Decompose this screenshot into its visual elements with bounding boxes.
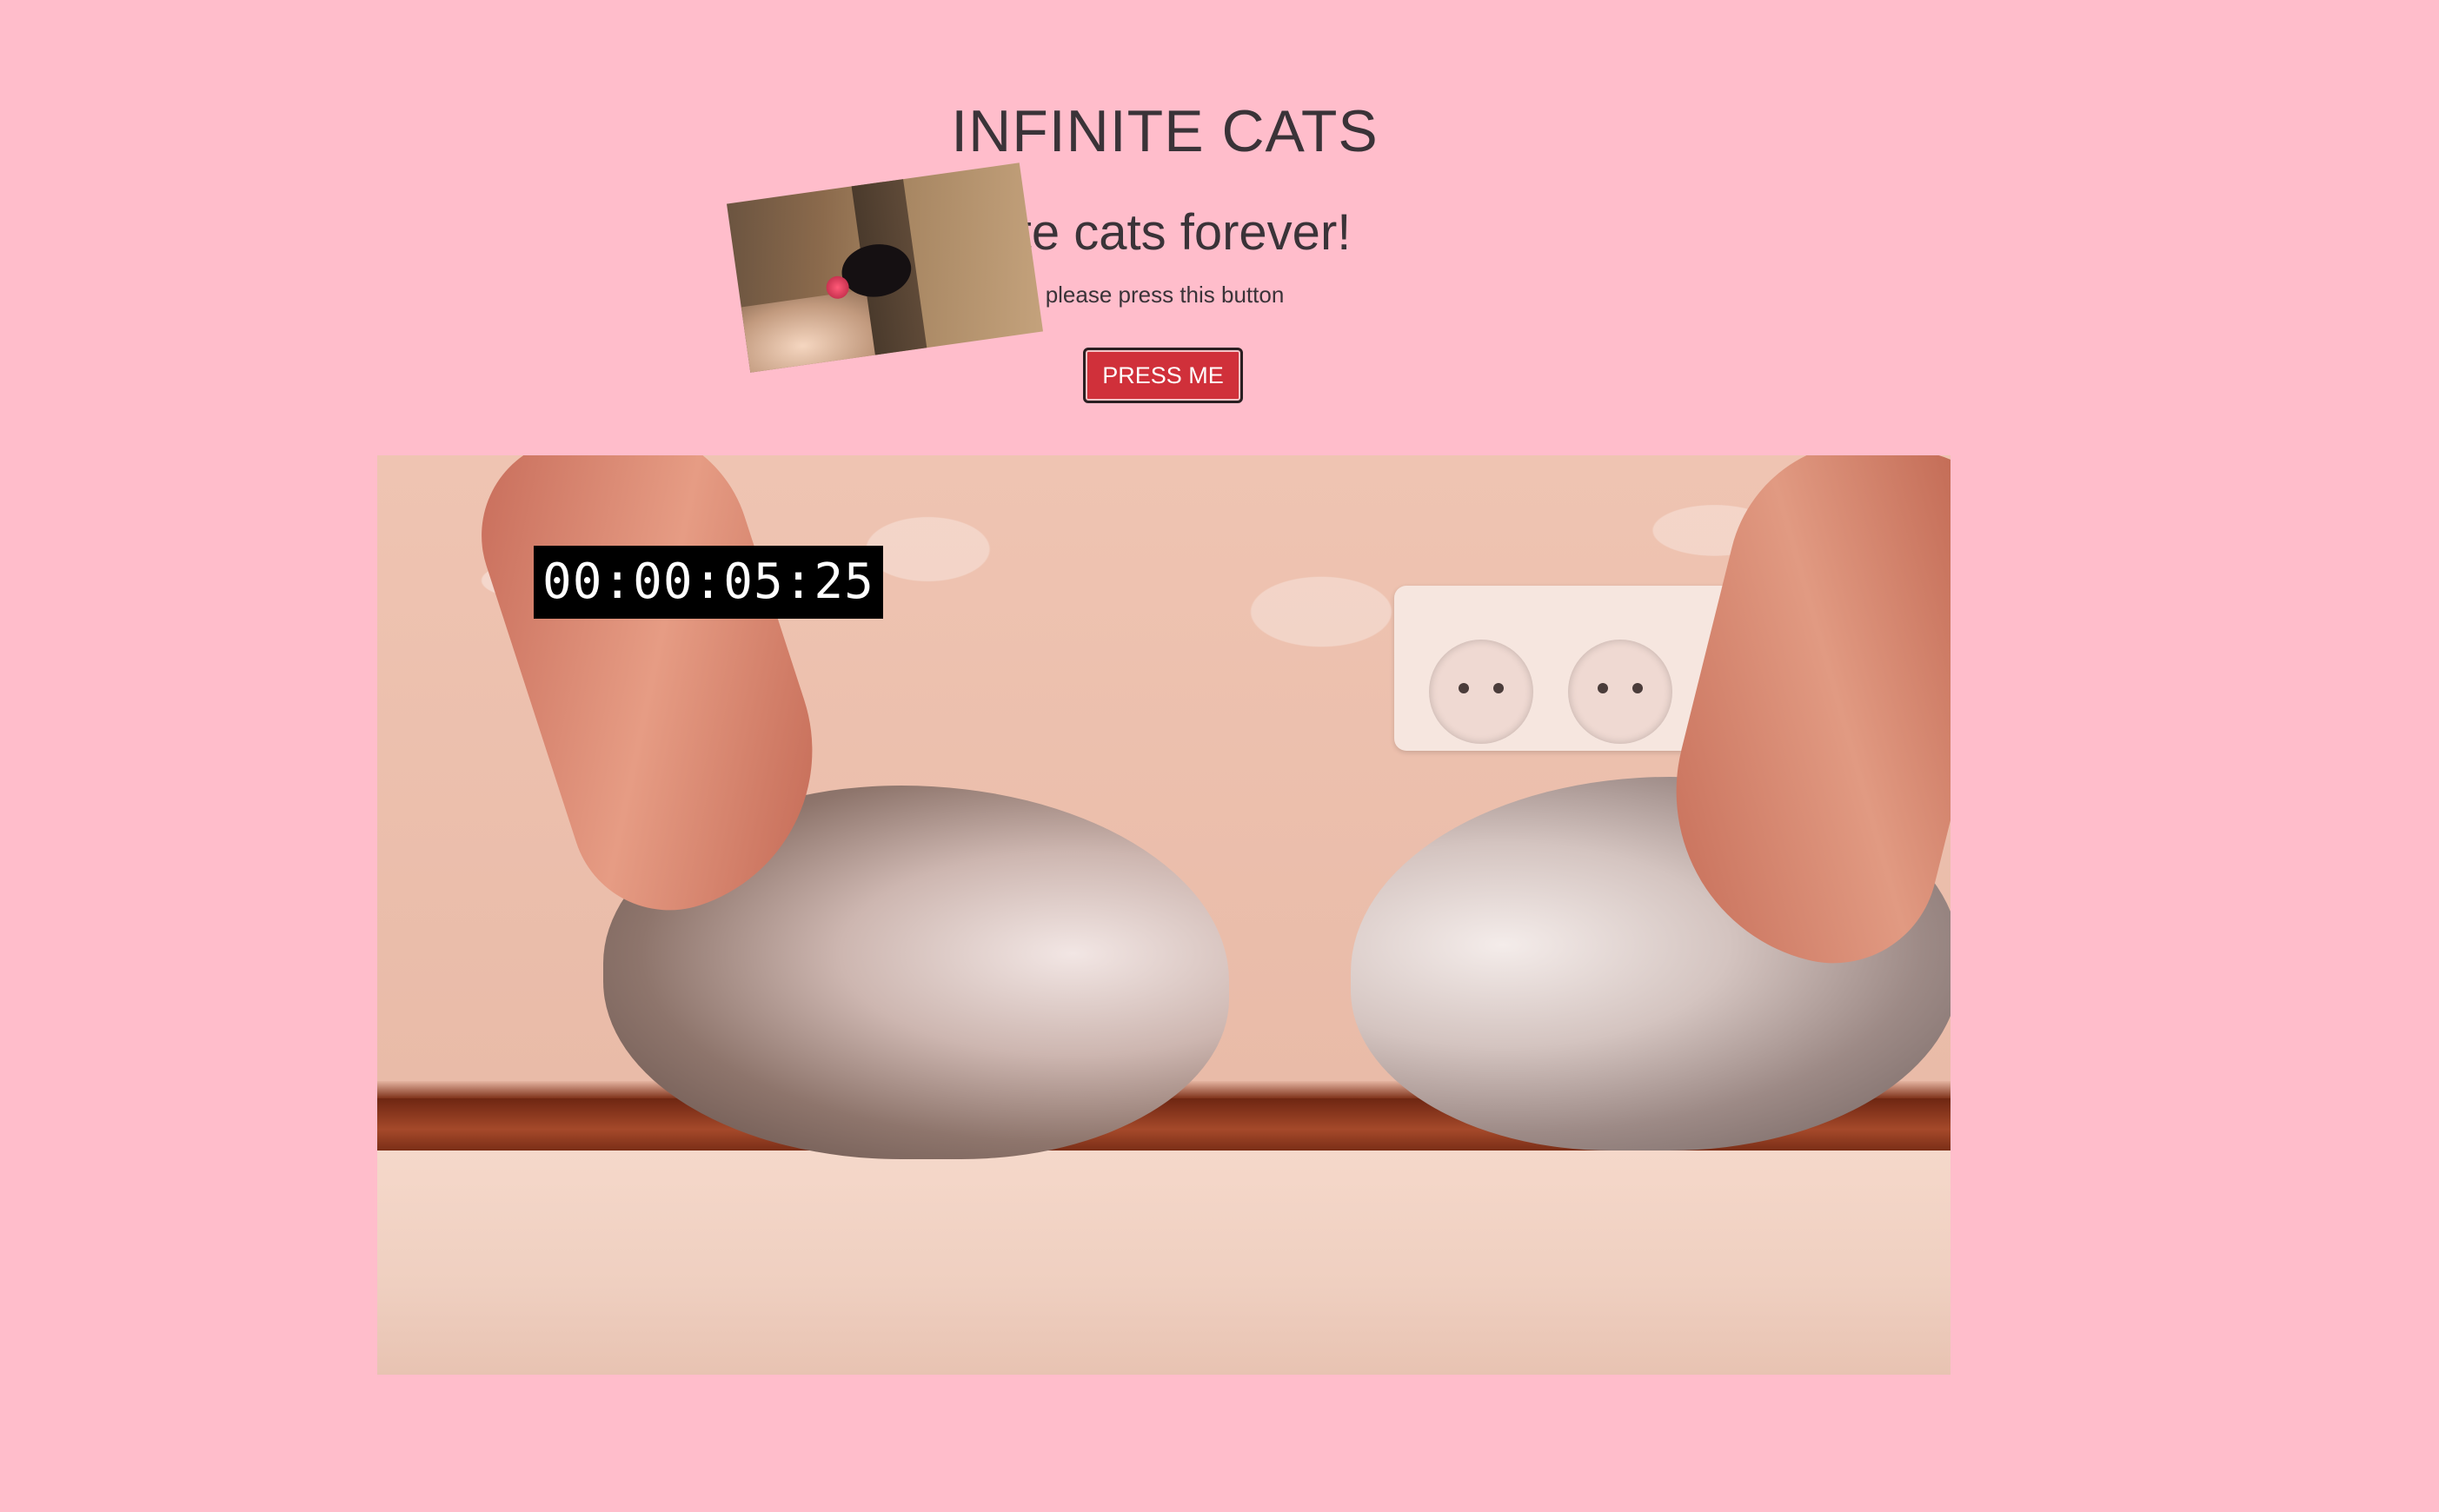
rug — [377, 1151, 1951, 1375]
page: INFINITE CATS nite cats forever! please … — [0, 0, 2439, 1512]
page-subtitle: nite cats forever! — [978, 204, 1352, 261]
video-timecode: 00:00:05:25 — [534, 546, 883, 619]
press-me-button[interactable]: PRESS ME — [1083, 348, 1243, 403]
socket-right — [1568, 640, 1672, 744]
page-title: INFINITE CATS — [951, 98, 1379, 164]
kitten-video: 00:00:05:25 — [377, 455, 1951, 1375]
flying-cat-image — [727, 162, 1043, 373]
instruction-text: please press this button — [1045, 282, 1285, 308]
socket-left — [1429, 640, 1533, 744]
